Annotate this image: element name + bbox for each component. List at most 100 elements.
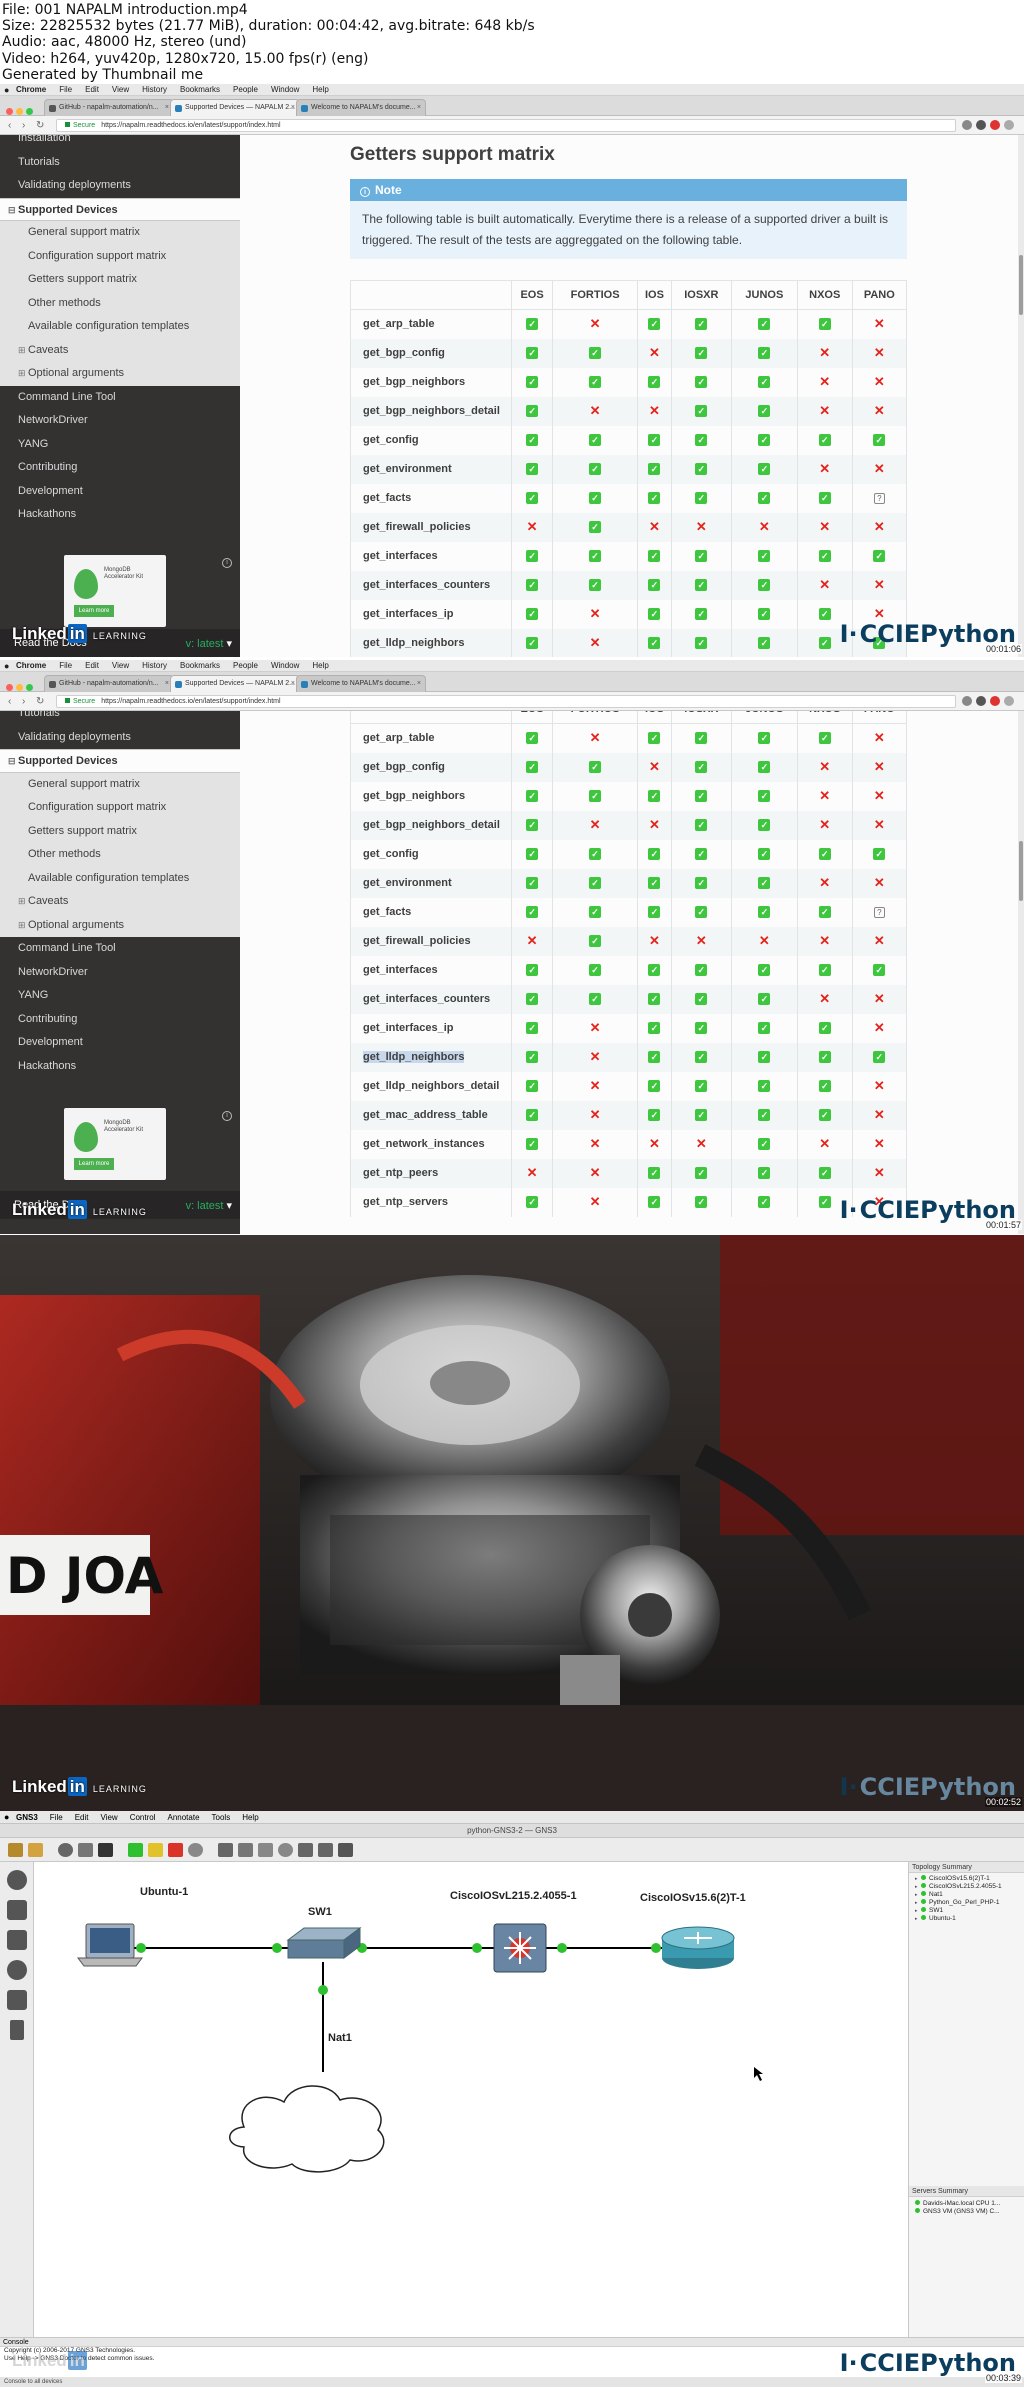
menu-file[interactable]: File bbox=[59, 84, 72, 96]
switch-node-icon[interactable] bbox=[286, 1927, 362, 1959]
reload-all-icon[interactable] bbox=[188, 1843, 203, 1857]
show-interfaces-icon[interactable] bbox=[78, 1843, 93, 1857]
menu-help[interactable]: Help bbox=[312, 84, 328, 96]
maximize-window-icon[interactable] bbox=[26, 108, 33, 115]
menu-bookmarks[interactable]: Bookmarks bbox=[180, 84, 220, 96]
back-icon[interactable]: ‹ bbox=[8, 119, 11, 132]
tab-supported-devices[interactable]: Supported Devices — NAPALM 2... × bbox=[170, 675, 300, 692]
menu-people[interactable]: People bbox=[233, 84, 258, 96]
menu-bookmarks[interactable]: Bookmarks bbox=[180, 660, 220, 672]
apple-icon[interactable]: ● bbox=[4, 660, 9, 672]
menu-view[interactable]: View bbox=[112, 660, 129, 672]
version-selector[interactable]: v: latest ▾ bbox=[186, 1199, 232, 1212]
reload-icon[interactable]: ↻ bbox=[36, 695, 44, 708]
sidebar-item-contributing[interactable]: Contributing bbox=[0, 1008, 240, 1032]
topology-item[interactable]: ▸ Python_Go_Perl_PHP-1 bbox=[915, 1899, 1024, 1907]
draw-ellipse-icon[interactable] bbox=[278, 1843, 293, 1857]
sidebar-item-yang[interactable]: YANG bbox=[0, 433, 240, 457]
scrollbar[interactable] bbox=[1018, 711, 1024, 1234]
sidebar-sub-configuration[interactable]: Configuration support matrix bbox=[0, 244, 240, 268]
topology-item[interactable]: ▸ CiscoIOSvL215.2.4055-1 bbox=[915, 1883, 1024, 1891]
apple-icon[interactable]: ● bbox=[4, 84, 9, 96]
sidebar-item-hackathons[interactable]: Hackathons bbox=[0, 503, 240, 527]
sidebar-item-hackathons[interactable]: Hackathons bbox=[0, 1055, 240, 1079]
menu-icon[interactable] bbox=[1004, 120, 1014, 130]
topology-item[interactable]: ▸ Nat1 bbox=[915, 1891, 1024, 1899]
menu-tools[interactable]: Tools bbox=[212, 1811, 231, 1824]
forward-icon[interactable]: › bbox=[22, 119, 25, 132]
extension-icon[interactable] bbox=[976, 696, 986, 706]
sidebar-sub-caveats[interactable]: ⊞ Caveats bbox=[0, 890, 240, 914]
menu-help[interactable]: Help bbox=[242, 1811, 258, 1824]
close-tab-icon[interactable]: × bbox=[165, 676, 169, 692]
menu-view[interactable]: View bbox=[100, 1811, 117, 1824]
sidebar-sub-templates[interactable]: Available configuration templates bbox=[0, 866, 240, 890]
url-input[interactable]: Secure https://napalm.readthedocs.io/en/l… bbox=[56, 119, 956, 132]
scrollbar[interactable] bbox=[1018, 135, 1024, 657]
sidebar-item-development[interactable]: Development bbox=[0, 1031, 240, 1055]
extension-icon[interactable] bbox=[990, 120, 1000, 130]
menu-annotate[interactable]: Annotate bbox=[167, 1811, 199, 1824]
sidebar-item-tutorials[interactable]: Tutorials bbox=[0, 151, 240, 175]
zoom-in-icon[interactable] bbox=[298, 1843, 313, 1857]
menu-control[interactable]: Control bbox=[130, 1811, 156, 1824]
start-all-icon[interactable] bbox=[128, 1843, 143, 1857]
star-icon[interactable] bbox=[962, 120, 972, 130]
sidebar-item-yang[interactable]: YANG bbox=[0, 984, 240, 1008]
sidebar-item-networkdriver[interactable]: NetworkDriver bbox=[0, 409, 240, 433]
sidebar-item-supported-devices[interactable]: ⊟ Supported Devices bbox=[0, 197, 240, 221]
l2-switch-node-icon[interactable] bbox=[493, 1923, 547, 1973]
switches-icon[interactable] bbox=[7, 1900, 27, 1920]
menu-file[interactable]: File bbox=[50, 1811, 63, 1824]
end-devices-icon[interactable] bbox=[7, 1930, 27, 1950]
sidebar-sub-other[interactable]: Other methods bbox=[0, 291, 240, 315]
forward-icon[interactable]: › bbox=[22, 695, 25, 708]
tab-supported-devices[interactable]: Supported Devices — NAPALM 2... × bbox=[170, 99, 300, 116]
star-icon[interactable] bbox=[962, 696, 972, 706]
sidebar-sub-general[interactable]: General support matrix bbox=[0, 221, 240, 245]
suspend-all-icon[interactable] bbox=[148, 1843, 163, 1857]
close-tab-icon[interactable]: × bbox=[291, 676, 295, 692]
back-icon[interactable]: ‹ bbox=[8, 695, 11, 708]
insert-picture-icon[interactable] bbox=[238, 1843, 253, 1857]
add-link-icon[interactable] bbox=[10, 2020, 24, 2040]
node-label-nat[interactable]: Nat1 bbox=[328, 2032, 352, 2044]
sidebar-item-cli[interactable]: Command Line Tool bbox=[0, 937, 240, 961]
node-label-l2[interactable]: CiscoIOSvL215.2.4055-1 bbox=[450, 1890, 577, 1902]
sidebar-item-supported-devices[interactable]: ⊟ Supported Devices bbox=[0, 749, 240, 773]
menu-gns3[interactable]: GNS3 bbox=[16, 1811, 38, 1824]
menu-icon[interactable] bbox=[1004, 696, 1014, 706]
zoom-out-icon[interactable] bbox=[318, 1843, 333, 1857]
routers-icon[interactable] bbox=[7, 1870, 27, 1890]
menu-history[interactable]: History bbox=[142, 84, 167, 96]
close-window-icon[interactable] bbox=[6, 684, 13, 691]
server-item[interactable]: Davids-iMac.local CPU 1... bbox=[915, 2200, 1000, 2208]
node-label-router[interactable]: CiscoIOSv15.6(2)T-1 bbox=[640, 1892, 746, 1904]
ubuntu-node-icon[interactable] bbox=[77, 1923, 143, 1967]
sidebar-item-validating[interactable]: Validating deployments bbox=[0, 174, 240, 198]
url-input[interactable]: Secure https://napalm.readthedocs.io/en/l… bbox=[56, 695, 956, 708]
menu-edit[interactable]: Edit bbox=[85, 660, 99, 672]
sidebar-item-installation[interactable]: Installation bbox=[0, 135, 240, 151]
server-item[interactable]: GNS3 VM (GNS3 VM) C... bbox=[915, 2208, 1000, 2216]
info-icon[interactable]: i bbox=[222, 1111, 232, 1121]
sidebar-item-contributing[interactable]: Contributing bbox=[0, 456, 240, 480]
close-tab-icon[interactable]: × bbox=[417, 676, 421, 692]
ad-button[interactable]: Learn more bbox=[74, 1158, 114, 1170]
security-devices-icon[interactable] bbox=[7, 1960, 27, 1980]
menu-people[interactable]: People bbox=[233, 660, 258, 672]
menu-help[interactable]: Help bbox=[312, 660, 328, 672]
info-icon[interactable]: i bbox=[222, 558, 232, 568]
sidebar-sub-configuration[interactable]: Configuration support matrix bbox=[0, 796, 240, 820]
router-node-icon[interactable] bbox=[661, 1926, 735, 1969]
tab-welcome[interactable]: Welcome to NAPALM's docume... × bbox=[296, 99, 426, 116]
new-project-icon[interactable] bbox=[8, 1843, 23, 1857]
minimize-window-icon[interactable] bbox=[16, 108, 23, 115]
minimize-window-icon[interactable] bbox=[16, 684, 23, 691]
menu-chrome[interactable]: Chrome bbox=[16, 660, 46, 672]
node-label-ubuntu[interactable]: Ubuntu-1 bbox=[140, 1886, 188, 1898]
apple-icon[interactable]: ● bbox=[4, 1811, 9, 1824]
extension-icon[interactable] bbox=[990, 696, 1000, 706]
menu-edit[interactable]: Edit bbox=[85, 84, 99, 96]
all-devices-icon[interactable] bbox=[7, 1990, 27, 2010]
